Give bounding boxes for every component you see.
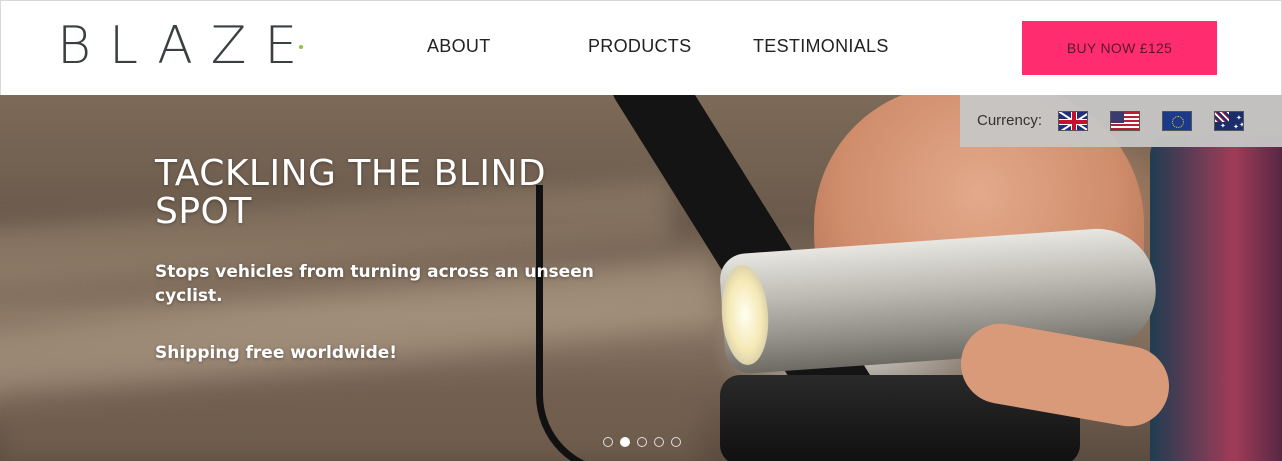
blaze-logo[interactable]: BLAZE — [57, 19, 304, 73]
slide-dot[interactable] — [654, 437, 664, 447]
hero-shipping-text: Shipping free worldwide! — [155, 343, 398, 363]
currency-label: Currency: — [977, 112, 1043, 129]
nav-about-link[interactable]: ABOUT — [427, 36, 491, 57]
hero-title: TACKLING THE BLIND SPOT — [155, 153, 547, 232]
slider-pagination — [603, 437, 681, 447]
hero-subtitle: Stops vehicles from turning across an un… — [155, 262, 594, 306]
site-header: BLAZE ABOUT PRODUCTS TESTIMONIALS BUY NO… — [0, 0, 1282, 95]
eu-flag-icon[interactable] — [1162, 111, 1192, 131]
slide-dot[interactable] — [637, 437, 647, 447]
nav-testimonials-link[interactable]: TESTIMONIALS — [753, 36, 889, 57]
slide-dot-active[interactable] — [620, 437, 630, 447]
logo-text: BLAZE — [57, 16, 316, 76]
hero-image-sleeve — [1150, 135, 1282, 461]
buy-now-button[interactable]: BUY NOW £125 — [1022, 21, 1217, 75]
slide-dot[interactable] — [603, 437, 613, 447]
currency-selector: Currency: ✦ ✦ ✦ ✦ — [960, 95, 1282, 147]
uk-flag-icon[interactable] — [1058, 111, 1088, 131]
nav-products-link[interactable]: PRODUCTS — [588, 36, 691, 57]
us-flag-icon[interactable] — [1110, 111, 1140, 131]
slide-dot[interactable] — [671, 437, 681, 447]
au-flag-icon[interactable]: ✦ ✦ ✦ ✦ — [1214, 111, 1244, 131]
